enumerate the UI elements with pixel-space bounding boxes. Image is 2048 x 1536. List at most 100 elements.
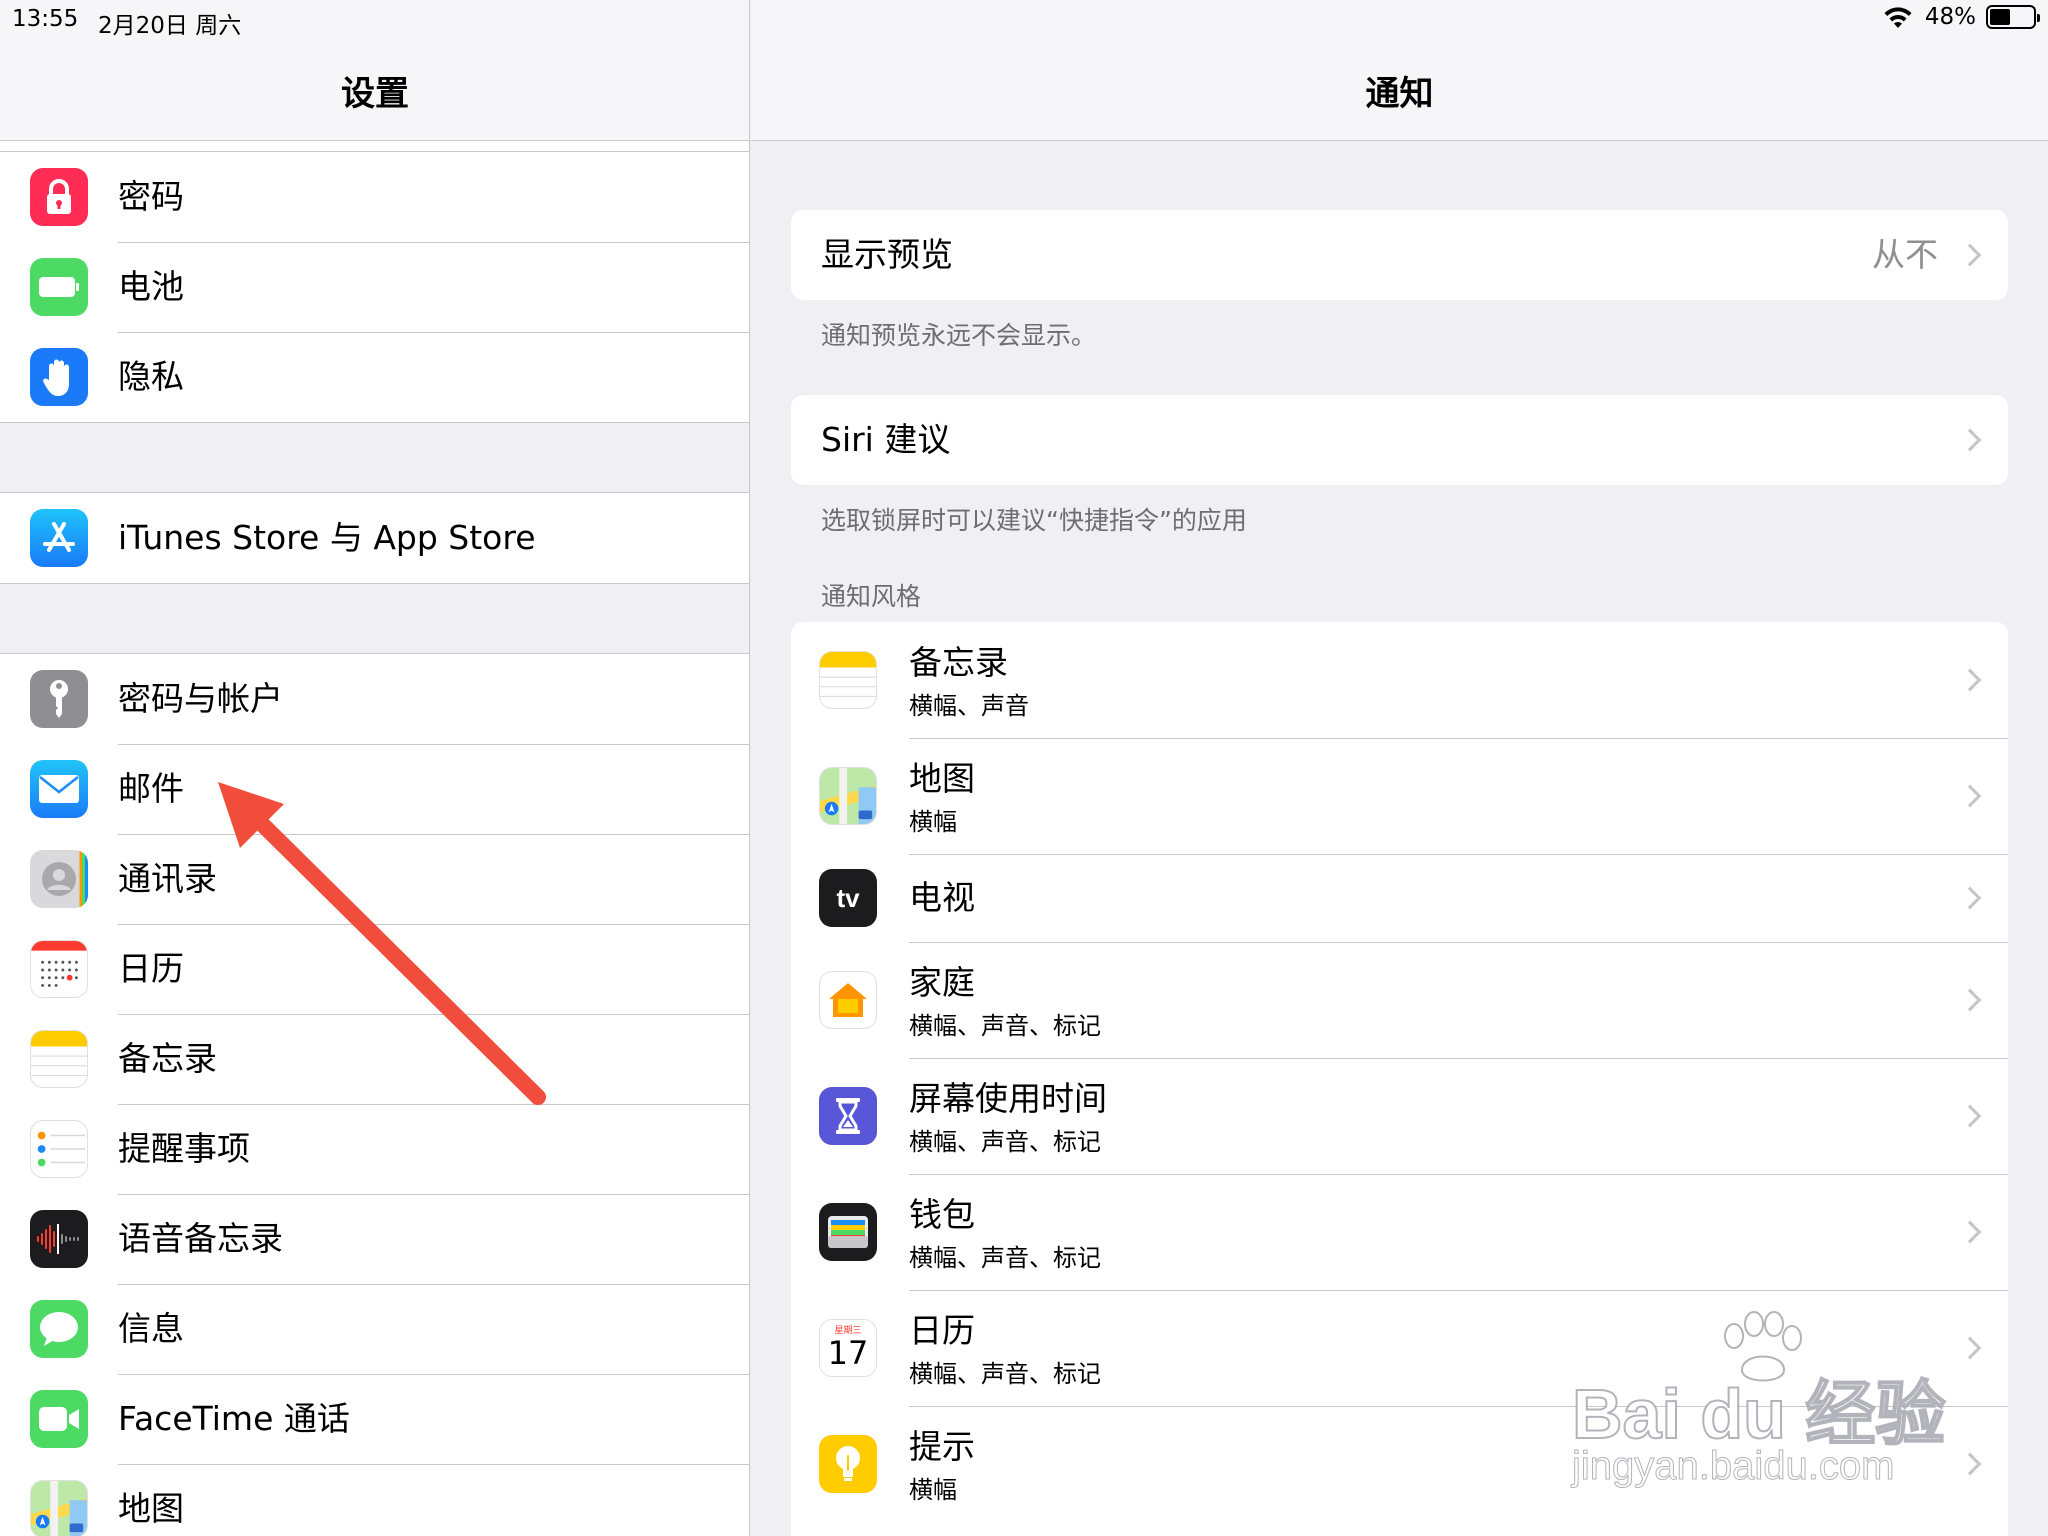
hand-icon (30, 348, 88, 406)
settings-item-maps[interactable]: 地图 (0, 1464, 749, 1536)
page-title: 通知 (1365, 74, 1434, 114)
voice-memos-icon (30, 1210, 88, 1268)
reminders-icon (30, 1120, 88, 1178)
siri-suggestions-row[interactable]: Siri 建议 (791, 395, 2008, 485)
settings-item-label: 日历 (118, 949, 184, 988)
notifications-pane: 通知 显示预览 从不 通知预览永远不会显示。 Siri 建议 选取锁屏时可以建议… (751, 0, 2048, 1536)
calendar-icon: 星期三 17 (819, 1319, 877, 1377)
status-bar: 13:55 2月20日 周六 48% (0, 0, 2048, 40)
calendar-icon (30, 940, 88, 998)
settings-item-passwords-accounts[interactable]: 密码与帐户 (0, 654, 749, 744)
chevron-right-icon (1958, 886, 1982, 910)
settings-item-calendar[interactable]: 日历 (0, 924, 749, 1014)
baidu-watermark: Bai du 经验 jingyan.baidu.com (1571, 1310, 1946, 1490)
notes-icon (819, 651, 877, 709)
settings-item-privacy[interactable]: 隐私 (0, 332, 749, 422)
maps-icon (30, 1480, 88, 1536)
tv-icon: tv (819, 869, 877, 927)
preview-note: 通知预览永远不会显示。 (821, 321, 1097, 350)
settings-item-label: 提醒事项 (118, 1129, 250, 1168)
calendar-icon-date: 17 (827, 1334, 869, 1372)
notification-style-header: 通知风格 (821, 582, 922, 611)
chevron-right-icon (1958, 243, 1982, 267)
settings-item-label: 通讯录 (118, 859, 217, 898)
app-row-maps[interactable]: 地图 横幅 (791, 738, 2008, 854)
app-subtitle: 横幅 (909, 808, 957, 836)
facetime-icon (30, 1390, 88, 1448)
settings-item-passcode[interactable]: 密码 (0, 152, 749, 242)
app-row-wallet[interactable]: 钱包 横幅、声音、标记 (791, 1174, 2008, 1290)
notes-icon (30, 1030, 88, 1088)
app-name: 屏幕使用时间 (909, 1079, 1107, 1118)
settings-group-3: 密码与帐户 邮件 通讯录 日历 备忘录 提醒事项 语音备忘录 信息 FaceTi… (0, 653, 749, 1536)
chevron-right-icon (1958, 1336, 1982, 1360)
settings-item-label: iTunes Store 与 App Store (118, 518, 536, 557)
watermark-url: jingyan.baidu.com (1571, 1444, 1895, 1489)
settings-item-mail[interactable]: 邮件 (0, 744, 749, 834)
battery-percent: 48% (1924, 4, 1976, 30)
show-previews-value: 从不 (1872, 235, 1938, 274)
settings-item-label: 电池 (118, 267, 184, 306)
status-time: 13:55 (12, 6, 79, 32)
messages-icon (30, 1300, 88, 1358)
chevron-right-icon (1958, 1104, 1982, 1128)
settings-sidebar: 设置 密码 电池 隐私 iTunes Store 与 App Store 密码与… (0, 0, 750, 1536)
app-name: 电视 (909, 878, 975, 917)
tv-icon-label: tv (836, 882, 860, 913)
settings-item-contacts[interactable]: 通讯录 (0, 834, 749, 924)
lock-icon (30, 168, 88, 226)
battery-icon (1986, 5, 2040, 29)
settings-item-label: 邮件 (118, 769, 184, 808)
settings-item-label: 隐私 (118, 357, 184, 396)
contacts-icon (30, 850, 88, 908)
app-subtitle: 横幅 (909, 1476, 957, 1504)
settings-group-2: iTunes Store 与 App Store (0, 492, 749, 584)
chevron-right-icon (1958, 1452, 1982, 1476)
app-name: 日历 (909, 1311, 975, 1350)
hourglass-icon (819, 1087, 877, 1145)
key-icon (30, 670, 88, 728)
show-previews-label: 显示预览 (821, 235, 953, 274)
settings-item-messages[interactable]: 信息 (0, 1284, 749, 1374)
preview-card: 显示预览 从不 (791, 210, 2008, 300)
tips-icon (819, 1435, 877, 1493)
settings-item-label: 语音备忘录 (118, 1219, 283, 1258)
sidebar-title: 设置 (341, 74, 409, 114)
app-row-tv[interactable]: tv 电视 (791, 854, 2008, 942)
settings-item-label: 密码与帐户 (118, 679, 283, 718)
settings-item-facetime[interactable]: FaceTime 通话 (0, 1374, 749, 1464)
settings-item-label: FaceTime 通话 (118, 1399, 350, 1438)
wallet-icon (819, 1203, 877, 1261)
siri-card: Siri 建议 (791, 395, 2008, 485)
settings-item-battery[interactable]: 电池 (0, 242, 749, 332)
show-previews-row[interactable]: 显示预览 从不 (791, 210, 2008, 300)
settings-item-label: 地图 (118, 1489, 184, 1528)
settings-item-app-store[interactable]: iTunes Store 与 App Store (0, 493, 749, 583)
chevron-right-icon (1958, 668, 1982, 692)
app-row-home[interactable]: 家庭 横幅、声音、标记 (791, 942, 2008, 1058)
app-row-screen-time[interactable]: 屏幕使用时间 横幅、声音、标记 (791, 1058, 2008, 1174)
status-right: 48% (1881, 4, 2040, 30)
settings-item-label: 密码 (118, 177, 184, 216)
settings-item-reminders[interactable]: 提醒事项 (0, 1104, 749, 1194)
home-icon (819, 971, 877, 1029)
settings-item-voice-memos[interactable]: 语音备忘录 (0, 1194, 749, 1284)
app-subtitle: 横幅、声音、标记 (909, 1360, 1101, 1388)
wifi-icon (1884, 7, 1912, 28)
app-name: 地图 (909, 759, 975, 798)
settings-item-notes[interactable]: 备忘录 (0, 1014, 749, 1104)
app-row-notes[interactable]: 备忘录 横幅、声音 (791, 622, 2008, 738)
settings-item-label: 备忘录 (118, 1039, 217, 1078)
maps-icon (819, 767, 877, 825)
app-name: 钱包 (909, 1195, 975, 1234)
app-name: 家庭 (909, 963, 975, 1002)
siri-suggestions-label: Siri 建议 (821, 420, 951, 459)
chevron-right-icon (1958, 988, 1982, 1012)
app-name: 提示 (909, 1427, 975, 1466)
app-store-icon (30, 509, 88, 567)
settings-list: 密码 电池 隐私 iTunes Store 与 App Store 密码与帐户 … (0, 151, 749, 1536)
status-date: 2月20日 周六 (98, 13, 242, 39)
app-subtitle: 横幅、声音、标记 (909, 1128, 1101, 1156)
siri-note: 选取锁屏时可以建议“快捷指令”的应用 (821, 506, 1247, 535)
app-subtitle: 横幅、声音、标记 (909, 1012, 1101, 1040)
